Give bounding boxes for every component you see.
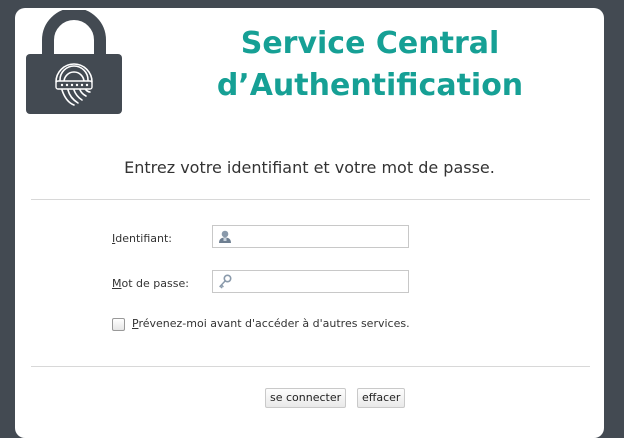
top-divider (31, 199, 590, 200)
user-icon (219, 230, 231, 243)
password-label: Mot de passe: (112, 277, 189, 290)
bottom-divider (31, 366, 590, 367)
username-input[interactable] (237, 228, 406, 247)
username-label-text: dentifiant: (115, 232, 173, 245)
warn-checkbox[interactable] (112, 317, 125, 331)
warn-label[interactable]: Prévenez-moi avant d'accéder à d'autres … (132, 317, 410, 330)
login-button[interactable]: se connecter (265, 388, 347, 408)
password-input[interactable] (237, 273, 406, 292)
warn-label-text: révenez-moi avant d'accéder à d'autres s… (138, 317, 410, 330)
page-title: Service Central d’Authentification (140, 23, 600, 107)
login-instructions: Entrez votre identifiant et votre mot de… (124, 158, 495, 177)
reset-button[interactable]: effacer (357, 388, 406, 408)
title-line-1: Service Central (240, 26, 500, 61)
password-field[interactable] (212, 270, 409, 293)
username-field[interactable] (212, 225, 409, 248)
key-icon (219, 274, 232, 289)
title-line-2: d’Authentification (216, 68, 524, 103)
password-label-text: ot de passe: (121, 277, 189, 290)
padlock-fingerprint-logo (26, 10, 122, 114)
warn-option: Prévenez-moi avant d'accéder à d'autres … (112, 317, 410, 331)
password-accesskey: M (112, 277, 122, 290)
username-label: Identifiant: (112, 232, 172, 245)
